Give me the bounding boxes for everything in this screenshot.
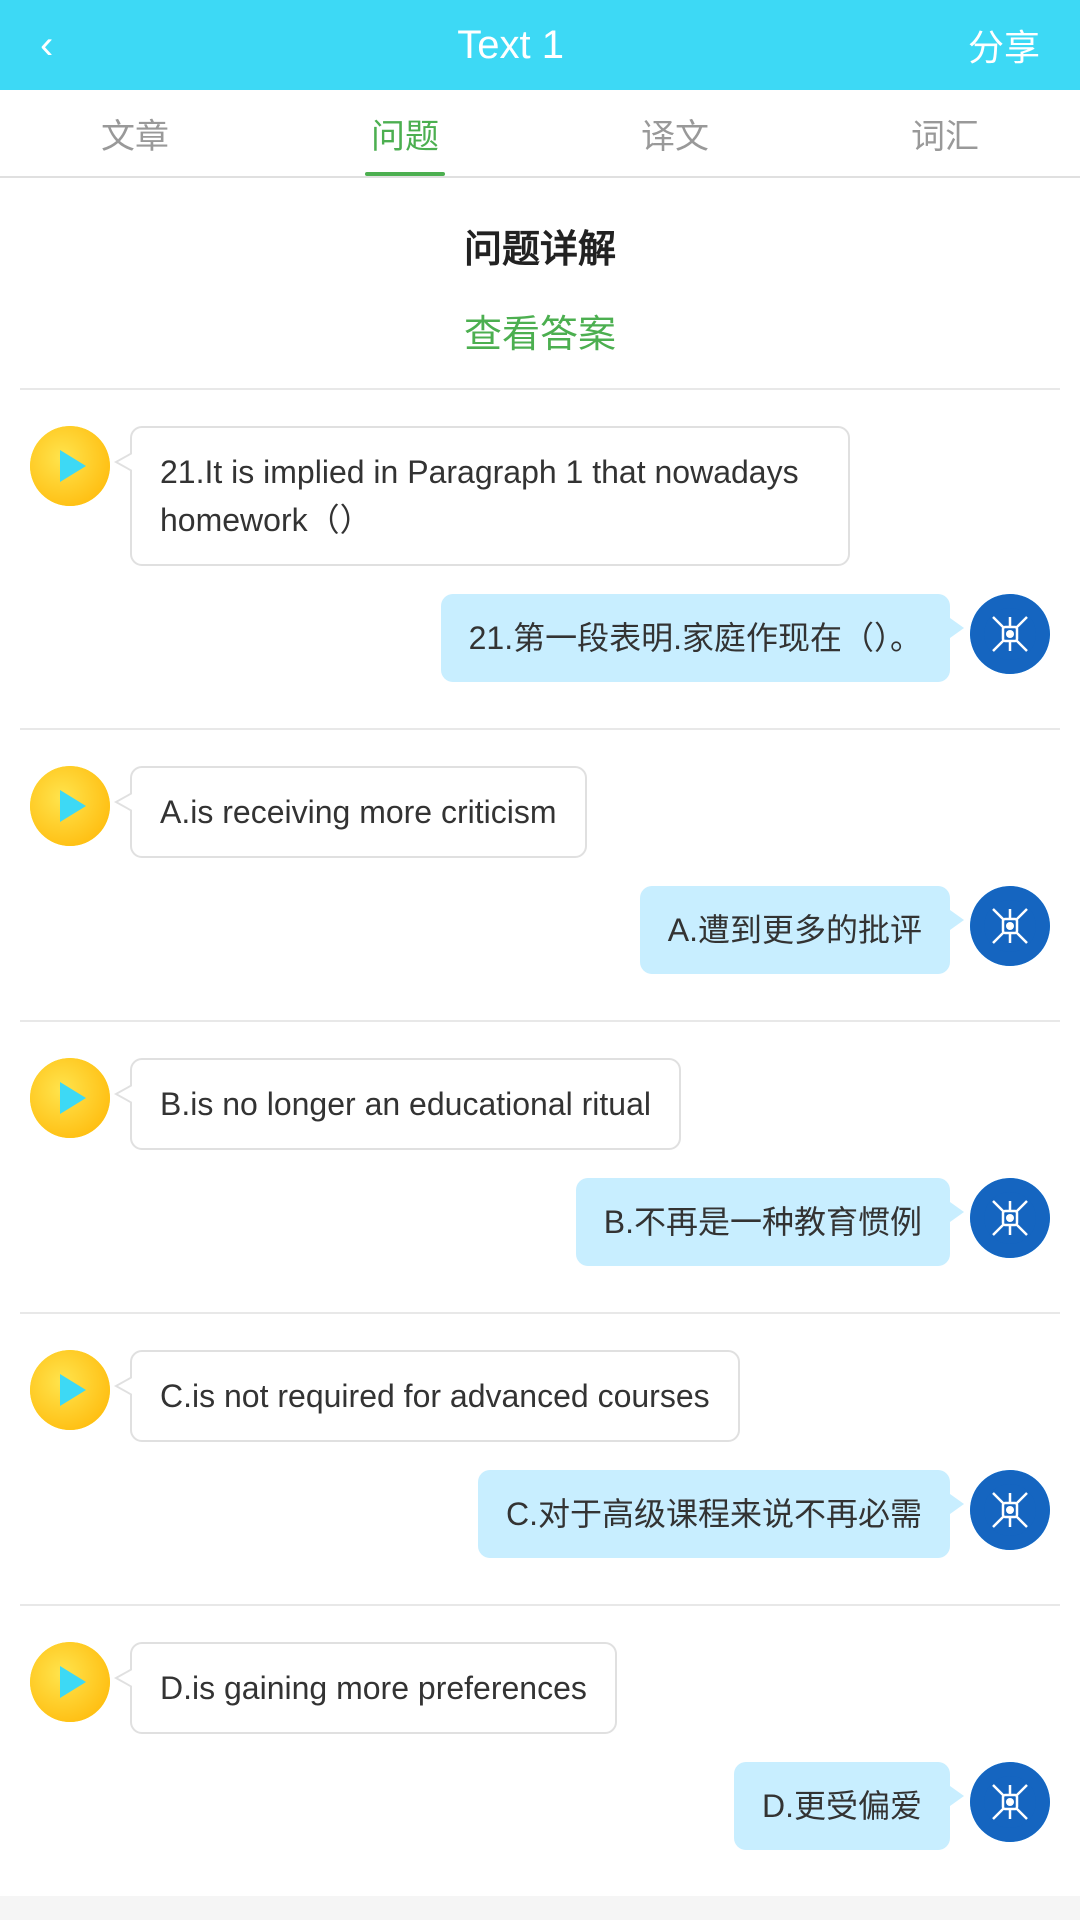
main-content: 问题详解 查看答案 21.It is implied in Paragraph … <box>0 178 1080 1896</box>
satellite-icon-c <box>983 1483 1037 1537</box>
qa-block-q21: 21.It is implied in Paragraph 1 that now… <box>0 390 1080 728</box>
tab-translation[interactable]: 译文 <box>540 109 810 176</box>
bot-avatar-inner-b <box>30 1058 110 1138</box>
user-avatar-c <box>970 1470 1050 1550</box>
bot-avatar <box>30 426 110 506</box>
tab-bar: 文章 问题 译文 词汇 <box>0 90 1080 178</box>
bot-avatar-inner <box>30 426 110 506</box>
share-button[interactable]: 分享 <box>968 19 1040 71</box>
play-icon <box>60 450 86 482</box>
user-message-row-c: C.对于高级课程来说不再必需 <box>30 1470 1050 1558</box>
bot-bubble-optC: C.is not required for advanced courses <box>130 1350 740 1442</box>
user-bubble-optC: C.对于高级课程来说不再必需 <box>478 1470 950 1558</box>
tab-vocabulary[interactable]: 词汇 <box>810 109 1080 176</box>
satellite-icon-a <box>983 899 1037 953</box>
user-message-row-d: D.更受偏爱 <box>30 1762 1050 1850</box>
user-avatar-b <box>970 1178 1050 1258</box>
bot-bubble-q21: 21.It is implied in Paragraph 1 that now… <box>130 426 850 566</box>
user-avatar <box>970 594 1050 674</box>
user-bubble-optB: B.不再是一种教育惯例 <box>576 1178 950 1266</box>
user-message-row-a: A.遭到更多的批评 <box>30 886 1050 974</box>
bot-avatar-inner-a <box>30 766 110 846</box>
bot-bubble-optB: B.is no longer an educational ritual <box>130 1058 681 1150</box>
user-avatar-inner-c <box>970 1470 1050 1550</box>
bot-avatar-b <box>30 1058 110 1138</box>
user-bubble-optA: A.遭到更多的批评 <box>640 886 950 974</box>
qa-block-optD: D.is gaining more preferences D.更受偏爱 <box>0 1606 1080 1896</box>
bot-avatar-inner-c <box>30 1350 110 1430</box>
play-icon-b <box>60 1082 86 1114</box>
qa-block-optB: B.is no longer an educational ritual B.不… <box>0 1022 1080 1312</box>
user-avatar-a <box>970 886 1050 966</box>
user-avatar-inner-b <box>970 1178 1050 1258</box>
user-avatar-inner <box>970 594 1050 674</box>
user-avatar-inner-a <box>970 886 1050 966</box>
view-answer-button[interactable]: 查看答案 <box>0 293 1080 388</box>
satellite-icon <box>983 607 1037 661</box>
bot-message-row-b: B.is no longer an educational ritual <box>30 1058 1050 1150</box>
bot-bubble-optA: A.is receiving more criticism <box>130 766 587 858</box>
qa-block-optC: C.is not required for advanced courses C… <box>0 1314 1080 1604</box>
satellite-icon-d <box>983 1775 1037 1829</box>
user-avatar-d <box>970 1762 1050 1842</box>
play-icon-a <box>60 790 86 822</box>
bot-avatar-a <box>30 766 110 846</box>
qa-block-optA: A.is receiving more criticism A.遭到更多的批评 <box>0 730 1080 1020</box>
bot-avatar-inner-d <box>30 1642 110 1722</box>
bot-message-row-a: A.is receiving more criticism <box>30 766 1050 858</box>
tab-article[interactable]: 文章 <box>0 109 270 176</box>
back-button[interactable]: ‹ <box>40 23 53 68</box>
tab-question[interactable]: 问题 <box>270 109 540 176</box>
play-icon-d <box>60 1666 86 1698</box>
bot-message-row-d: D.is gaining more preferences <box>30 1642 1050 1734</box>
bot-bubble-optD: D.is gaining more preferences <box>130 1642 617 1734</box>
user-message-row-b: B.不再是一种教育惯例 <box>30 1178 1050 1266</box>
bot-avatar-d <box>30 1642 110 1722</box>
header-title: Text 1 <box>457 23 564 68</box>
satellite-icon-b <box>983 1191 1037 1245</box>
bot-message-row-c: C.is not required for advanced courses <box>30 1350 1050 1442</box>
user-bubble-q21: 21.第一段表明.家庭作现在（）。 <box>441 594 950 682</box>
user-message-row: 21.第一段表明.家庭作现在（）。 <box>30 594 1050 682</box>
user-avatar-inner-d <box>970 1762 1050 1842</box>
section-title: 问题详解 <box>0 178 1080 293</box>
app-header: ‹ Text 1 分享 <box>0 0 1080 90</box>
bot-avatar-c <box>30 1350 110 1430</box>
play-icon-c <box>60 1374 86 1406</box>
user-bubble-optD: D.更受偏爱 <box>734 1762 950 1850</box>
bot-message-row: 21.It is implied in Paragraph 1 that now… <box>30 426 1050 566</box>
